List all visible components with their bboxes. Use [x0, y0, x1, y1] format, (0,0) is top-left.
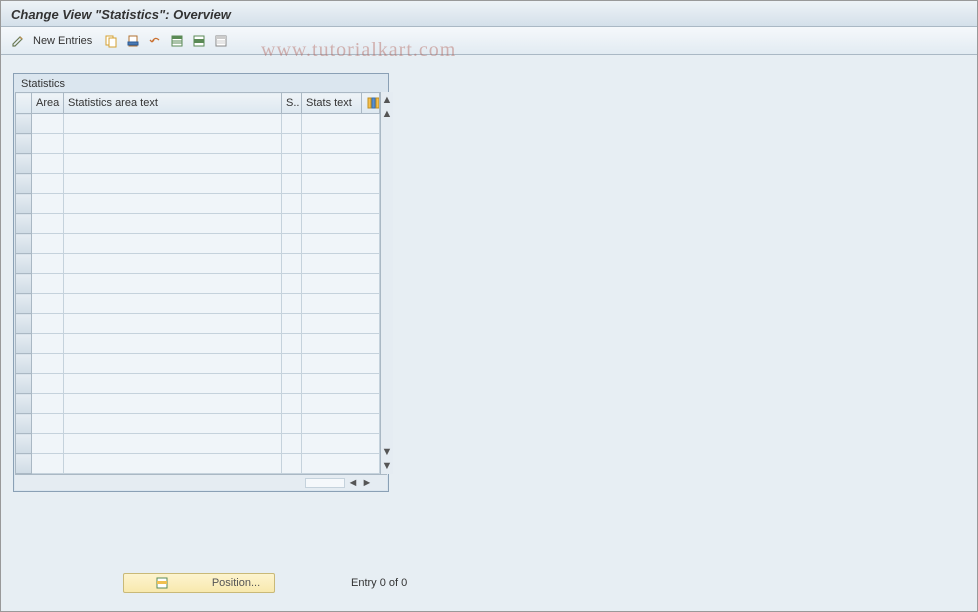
deselect-all-icon[interactable]: [212, 32, 230, 50]
table-row[interactable]: [16, 414, 380, 434]
position-label: Position...: [202, 577, 270, 589]
title-bar: Change View "Statistics": Overview: [1, 1, 977, 27]
scroll-right-icon[interactable]: ►: [361, 477, 373, 489]
footer-bar: Position... Entry 0 of 0: [123, 573, 407, 593]
page-title: Change View "Statistics": Overview: [11, 7, 967, 22]
position-button[interactable]: Position...: [123, 573, 275, 593]
table-row[interactable]: [16, 314, 380, 334]
row-selector-header[interactable]: [16, 93, 32, 114]
table-row[interactable]: [16, 454, 380, 474]
table-row[interactable]: [16, 254, 380, 274]
grid-title: Statistics: [15, 75, 387, 92]
table-row[interactable]: [16, 334, 380, 354]
table-row[interactable]: [16, 354, 380, 374]
scroll-up-step-icon[interactable]: ▲: [381, 108, 393, 120]
table-row[interactable]: [16, 274, 380, 294]
table-row[interactable]: [16, 234, 380, 254]
scroll-up-icon[interactable]: ▲: [381, 94, 393, 106]
hscroll-track[interactable]: [305, 478, 345, 488]
toggle-edit-icon[interactable]: [9, 32, 27, 50]
table-row[interactable]: [16, 374, 380, 394]
select-block-icon[interactable]: [190, 32, 208, 50]
undo-icon[interactable]: [146, 32, 164, 50]
scroll-down-step-icon[interactable]: ▼: [381, 446, 393, 458]
table-row[interactable]: [16, 394, 380, 414]
column-header-area-text[interactable]: Statistics area text: [64, 93, 282, 114]
statistics-grid-panel: Statistics Area Statistics area text S..…: [13, 73, 389, 492]
table-row[interactable]: [16, 114, 380, 134]
table-row[interactable]: [16, 194, 380, 214]
scroll-left-icon[interactable]: ◄: [347, 477, 359, 489]
table-row[interactable]: [16, 174, 380, 194]
table-row[interactable]: [16, 214, 380, 234]
delete-icon[interactable]: [124, 32, 142, 50]
column-header-area[interactable]: Area: [32, 93, 64, 114]
table-row[interactable]: [16, 294, 380, 314]
scroll-down-icon[interactable]: ▼: [381, 460, 393, 472]
entry-count-text: Entry 0 of 0: [351, 577, 407, 589]
content-area: Statistics Area Statistics area text S..…: [1, 55, 977, 611]
column-header-s[interactable]: S..: [282, 93, 302, 114]
toolbar: New Entries: [1, 27, 977, 55]
new-entries-button[interactable]: New Entries: [31, 35, 98, 47]
configure-columns-button[interactable]: [362, 93, 380, 114]
copy-icon[interactable]: [102, 32, 120, 50]
table-row[interactable]: [16, 434, 380, 454]
column-header-stats-text[interactable]: Stats text: [302, 93, 362, 114]
vertical-scrollbar[interactable]: ▲ ▲ ▼ ▼: [380, 92, 393, 474]
table-row[interactable]: [16, 154, 380, 174]
horizontal-scrollbar[interactable]: ◄ ►: [15, 474, 387, 490]
select-all-icon[interactable]: [168, 32, 186, 50]
position-icon: [128, 576, 196, 590]
statistics-table: Area Statistics area text S.. Stats text: [15, 92, 380, 474]
table-row[interactable]: [16, 134, 380, 154]
